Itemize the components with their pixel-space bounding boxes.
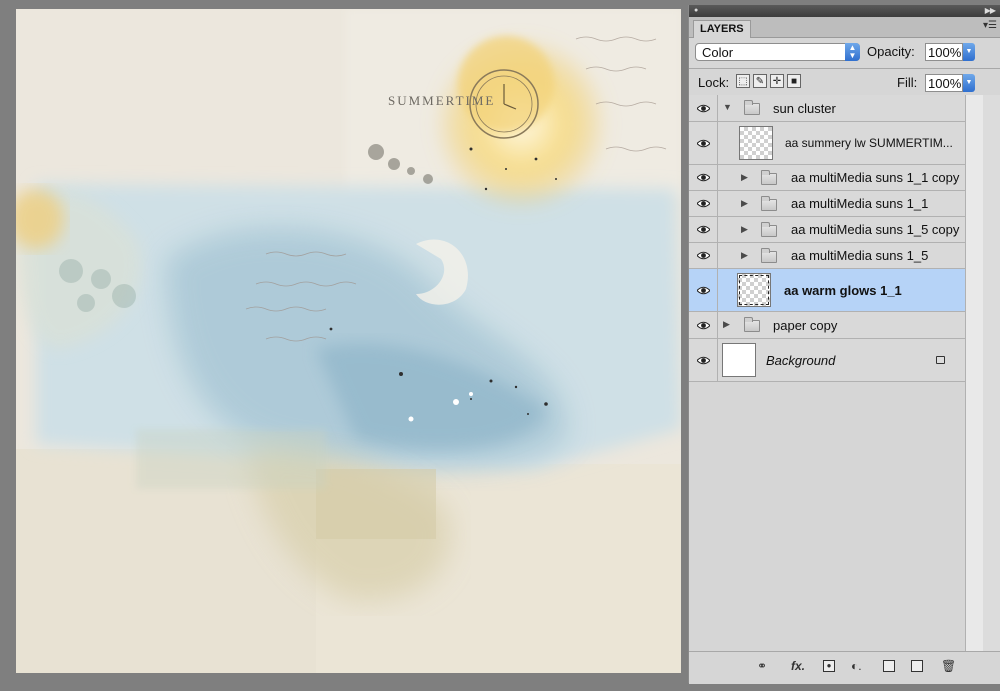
expand-triangle-icon[interactable]: ▼ <box>723 102 732 112</box>
visibility-toggle[interactable] <box>689 217 718 242</box>
visibility-toggle[interactable] <box>689 191 718 216</box>
lock-icon <box>936 356 945 364</box>
panel-menu-icon[interactable]: ▾☰ <box>983 20 997 31</box>
blend-mode-stepper-icon[interactable]: ▲ ▼ <box>845 43 860 61</box>
panel-title-bar[interactable]: ● ▶▶ <box>689 5 1000 17</box>
lock-pixels-icon[interactable]: ✎ <box>753 74 767 88</box>
expand-triangle-icon[interactable]: ▶ <box>741 250 748 261</box>
layer-row-paper-copy[interactable]: ▶ paper copy <box>689 312 965 339</box>
folder-icon <box>761 170 777 185</box>
layer-row-suns-1-1[interactable]: ▶ aa multiMedia suns 1_1 <box>689 191 965 217</box>
blend-row: Color ▲ ▼ Opacity: 100% ▼ <box>689 38 1000 62</box>
expand-triangle-icon[interactable]: ▶ <box>741 198 748 209</box>
layer-name: aa warm glows 1_1 <box>784 283 902 298</box>
layers-scrollbar[interactable] <box>965 95 984 655</box>
fill-label: Fill: <box>897 75 918 90</box>
collage-artwork <box>16 9 681 673</box>
layer-name: aa multiMedia suns 1_5 copy <box>791 222 960 237</box>
mask-icon[interactable]: ● <box>823 660 835 672</box>
adjustment-icon[interactable]: ◐. <box>851 658 862 674</box>
blend-mode-value: Color <box>702 45 734 60</box>
fx-icon[interactable]: fx. <box>791 658 805 674</box>
lock-label: Lock: <box>698 75 730 90</box>
link-icon[interactable]: ⚭ <box>757 658 767 674</box>
layer-row-background[interactable]: Background <box>689 339 965 382</box>
layer-name: aa multiMedia suns 1_5 <box>791 248 929 263</box>
artwork-title-text: SUMMERTIME <box>388 93 496 108</box>
trash-icon[interactable]: 🗑 <box>941 658 956 674</box>
expand-triangle-icon[interactable]: ▶ <box>741 224 748 235</box>
panel-right-strip <box>983 95 1000 655</box>
lock-all-icon[interactable]: ■ <box>787 74 801 88</box>
collapse-dots-icon[interactable]: ● <box>694 7 698 14</box>
opacity-value: 100% <box>928 45 962 60</box>
visibility-toggle[interactable] <box>689 95 718 121</box>
opacity-field[interactable]: 100% ▼ <box>925 43 975 61</box>
layer-name: Background <box>766 353 836 368</box>
layer-name: aa summery lw SUMMERTIM... <box>785 136 953 150</box>
eye-icon <box>697 225 710 234</box>
layer-thumbnail <box>722 343 756 377</box>
visibility-toggle[interactable] <box>689 312 718 338</box>
layer-row-summery[interactable]: aa summery lw SUMMERTIM... <box>689 122 965 165</box>
layer-row-sun-cluster[interactable]: ▼ sun cluster <box>689 95 965 122</box>
layer-thumbnail <box>739 126 773 160</box>
eye-icon <box>697 139 710 148</box>
expand-triangle-icon[interactable]: ▶ <box>723 319 730 330</box>
eye-icon <box>697 286 710 295</box>
document-canvas[interactable]: SUMMERTIME <box>16 9 681 673</box>
fill-dropdown-icon[interactable]: ▼ <box>963 74 975 92</box>
folder-icon <box>761 248 777 263</box>
layer-row-suns-1-5-copy[interactable]: ▶ aa multiMedia suns 1_5 copy <box>689 217 965 243</box>
opacity-label: Opacity: <box>867 44 915 59</box>
lock-position-icon[interactable]: ✛ <box>770 74 784 88</box>
visibility-toggle[interactable] <box>689 165 718 190</box>
panel-tab-row: LAYERS ▾☰ <box>689 17 1000 38</box>
layers-list: ▼ sun cluster aa summery lw SUMMERTIM...… <box>689 95 965 382</box>
layers-panel: ● ▶▶ LAYERS ▾☰ Color ▲ ▼ Opacity: 100% ▼ … <box>688 5 1000 684</box>
folder-icon <box>761 196 777 211</box>
new-layer-icon[interactable] <box>911 660 923 672</box>
layer-name: aa multiMedia suns 1_1 <box>791 196 929 211</box>
layer-name: aa multiMedia suns 1_1 copy <box>791 170 960 185</box>
visibility-toggle[interactable] <box>689 339 718 381</box>
eye-icon <box>697 251 710 260</box>
opacity-dropdown-icon[interactable]: ▼ <box>963 43 975 61</box>
tab-layers[interactable]: LAYERS <box>693 20 751 38</box>
new-group-icon[interactable] <box>883 660 895 672</box>
fill-field[interactable]: 100% ▼ <box>925 74 975 92</box>
visibility-toggle[interactable] <box>689 122 718 164</box>
lock-row: Lock: ⬚ ✎ ✛ ■ Fill: 100% ▼ <box>689 69 1000 95</box>
panel-collapse-icon[interactable]: ▶▶ <box>985 6 996 15</box>
visibility-toggle[interactable] <box>689 243 718 268</box>
expand-triangle-icon[interactable]: ▶ <box>741 172 748 183</box>
layer-name: paper copy <box>773 318 838 333</box>
eye-icon <box>697 356 710 365</box>
folder-icon <box>761 222 777 237</box>
layer-thumbnail <box>737 273 771 307</box>
eye-icon <box>697 173 710 182</box>
layer-row-suns-1-1-copy[interactable]: ▶ aa multiMedia suns 1_1 copy <box>689 165 965 191</box>
layer-row-warm-glows[interactable]: aa warm glows 1_1 <box>689 269 965 312</box>
eye-icon <box>697 199 710 208</box>
blend-mode-select[interactable]: Color ▲ ▼ <box>695 43 860 61</box>
eye-icon <box>697 104 710 113</box>
lock-transparency-icon[interactable]: ⬚ <box>736 74 750 88</box>
fill-value: 100% <box>928 76 962 91</box>
eye-icon <box>697 321 710 330</box>
folder-icon <box>744 100 760 115</box>
panel-bottom-toolbar: ⚭ fx. ● ◐. 🗑 <box>689 651 1000 684</box>
visibility-toggle[interactable] <box>689 269 718 311</box>
layer-row-suns-1-5[interactable]: ▶ aa multiMedia suns 1_5 <box>689 243 965 269</box>
folder-icon <box>744 317 760 332</box>
layer-name: sun cluster <box>773 101 836 116</box>
